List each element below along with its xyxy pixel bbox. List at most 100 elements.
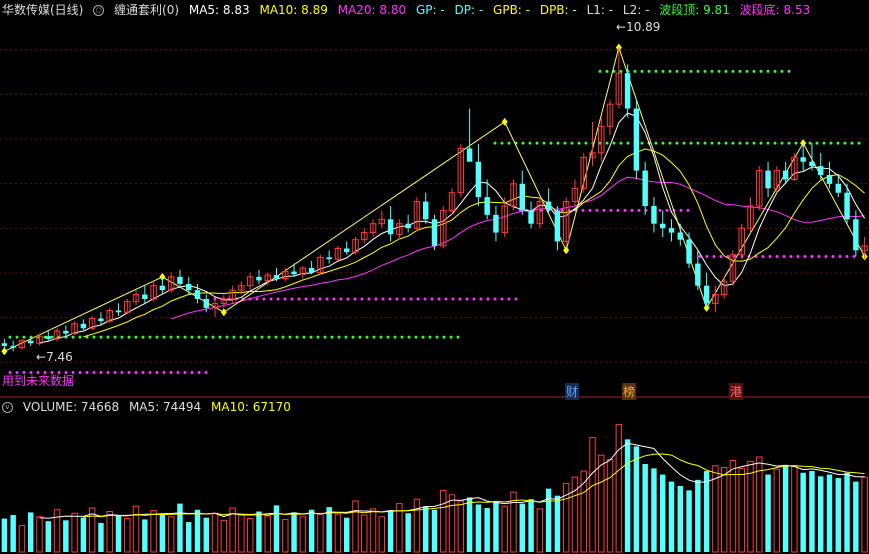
wave-top-level xyxy=(99,335,103,339)
wave-bottom-level xyxy=(409,297,413,301)
volume-bar xyxy=(308,509,315,552)
wave-top-level xyxy=(330,335,334,339)
volume-bar xyxy=(598,454,605,553)
wave-zigzag-line xyxy=(4,45,866,352)
finance-tag[interactable]: 财 xyxy=(565,383,580,400)
wave-top-level xyxy=(731,141,735,145)
candle-body xyxy=(63,330,69,334)
candle-body xyxy=(826,175,833,184)
rank-tag[interactable]: 榜 xyxy=(622,383,637,400)
volume-bar xyxy=(606,459,614,553)
volume-bar xyxy=(211,512,219,553)
wave-top-level xyxy=(281,335,285,339)
volume-bar xyxy=(835,478,841,552)
wave-top-level xyxy=(337,335,341,339)
candle-body xyxy=(853,219,859,251)
wave-bottom-level xyxy=(169,371,173,375)
indicator-name[interactable]: 缠通套利(0) xyxy=(114,3,179,17)
wave-bottom-level xyxy=(141,371,145,375)
volume-bar xyxy=(177,503,183,552)
wave-top-level xyxy=(857,141,861,145)
volume-bar xyxy=(554,495,561,552)
wave-top-level xyxy=(808,141,812,145)
volume-bar xyxy=(282,518,289,553)
volume-bar xyxy=(720,467,728,553)
candle-body xyxy=(624,73,631,109)
wave-bottom-level xyxy=(204,371,208,375)
volume-bar xyxy=(686,490,692,552)
wave-bottom-level xyxy=(775,254,779,258)
candle-body xyxy=(344,248,350,253)
wave-top-level xyxy=(148,335,152,339)
wave-top-level xyxy=(850,141,854,145)
kline-chart[interactable] xyxy=(0,0,869,554)
volume-bar xyxy=(413,498,421,553)
volume-bar xyxy=(773,468,781,553)
wave-bottom-level xyxy=(719,254,723,258)
volume-bar xyxy=(167,516,175,553)
wave-top-level xyxy=(745,141,749,145)
candle-body xyxy=(765,170,771,189)
candle-body xyxy=(493,214,499,233)
chevron-down-icon[interactable]: v xyxy=(2,402,13,413)
volume-bar xyxy=(53,509,61,553)
wave-top-level xyxy=(428,335,432,339)
candle-body xyxy=(703,285,710,304)
volume-bar xyxy=(405,513,411,552)
stock-name[interactable]: 华数传媒(日线) xyxy=(2,3,83,17)
candle-body xyxy=(186,283,192,291)
wave-bottom-level xyxy=(304,297,308,301)
wave-top-level xyxy=(372,335,376,339)
wave-top-level xyxy=(689,141,693,145)
volume-bar xyxy=(826,474,833,552)
volume-bar xyxy=(142,519,148,552)
wave-top-level xyxy=(605,141,609,145)
wave-top-level xyxy=(190,335,194,339)
wave-top-level xyxy=(351,335,355,339)
wave-top-level xyxy=(8,335,12,339)
volume-bar xyxy=(246,518,254,553)
wave-top-level xyxy=(710,69,714,73)
volume-bar xyxy=(642,463,648,552)
main-indicator-header: 华数传媒(日线) ○ 缠通套利(0) MA5: 8.83 MA10: 8.89 … xyxy=(2,2,816,18)
wave-top-level xyxy=(780,69,784,73)
wave-bottom-level xyxy=(332,297,336,301)
wave-top-level xyxy=(724,69,728,73)
volume-bar xyxy=(106,511,113,553)
wave-bottom-level xyxy=(803,254,807,258)
volume-bar xyxy=(115,515,122,552)
wave-bottom-level xyxy=(679,208,683,212)
wave-top-level xyxy=(612,141,616,145)
wave-bottom-level xyxy=(782,254,786,258)
wave-bottom-level xyxy=(353,297,357,301)
wave-top-level xyxy=(435,335,439,339)
volume-bar xyxy=(344,517,350,552)
wave-top-level xyxy=(197,335,201,339)
wave-top-level xyxy=(183,335,187,339)
volume-bar xyxy=(352,500,359,553)
volume-bar xyxy=(220,519,228,553)
candle-body xyxy=(405,223,411,229)
wave-top-level xyxy=(400,335,404,339)
candle-body xyxy=(809,161,815,167)
wave-bottom-level xyxy=(665,208,669,212)
wave-top-value: 波段顶: 9.81 xyxy=(659,3,730,17)
wave-top-level xyxy=(661,141,665,145)
wave-top-level xyxy=(500,141,504,145)
wave-top-level xyxy=(794,141,798,145)
candle-body xyxy=(80,323,87,329)
volume-bar xyxy=(18,525,26,553)
wave-bottom-level xyxy=(99,371,103,375)
wave-bottom-level xyxy=(817,254,821,258)
wave-bottom-level xyxy=(423,297,427,301)
wave-bottom-level xyxy=(197,371,201,375)
volume-bar xyxy=(273,505,280,552)
volume-bar xyxy=(457,500,465,553)
wave-top-level xyxy=(267,335,271,339)
wave-bottom-level xyxy=(623,208,627,212)
candle-body xyxy=(818,166,824,175)
wave-top-level xyxy=(843,141,847,145)
wave-bottom-level xyxy=(444,297,448,301)
hk-connect-tag[interactable]: 港 xyxy=(729,383,744,400)
settings-circle-icon[interactable]: ○ xyxy=(93,5,105,16)
